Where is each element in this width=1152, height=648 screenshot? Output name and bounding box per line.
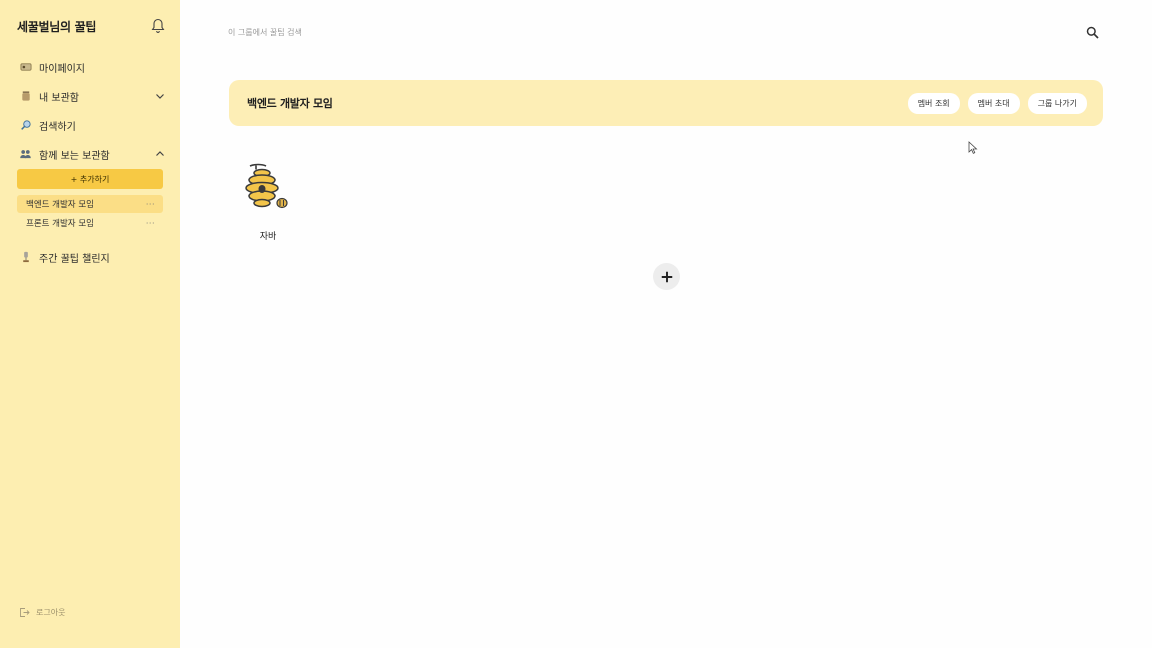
magnifier-icon: [19, 119, 32, 132]
jar-icon: [19, 90, 32, 103]
plus-icon: [661, 271, 672, 282]
chevron-up-icon[interactable]: [155, 149, 165, 159]
sidebar-item-challenge[interactable]: 주간 꿀팁 챌린지: [19, 248, 165, 266]
sidebar-item-label: 마이페이지: [39, 63, 85, 75]
sidebar-item-label: 내 보관함: [39, 92, 79, 104]
group-actions: 멤버 조회 멤버 초대 그룹 나가기: [907, 92, 1087, 114]
sidebar-group-label: 백엔드 개발자 모임: [26, 200, 94, 210]
logout-button[interactable]: 로그아웃: [19, 607, 65, 618]
view-members-button[interactable]: 멤버 조회: [907, 92, 960, 114]
search-input[interactable]: [228, 24, 628, 40]
search-icon[interactable]: [1086, 24, 1099, 39]
logout-icon: [19, 607, 30, 618]
trophy-icon: [19, 251, 32, 264]
sidebar-item-label: 주간 꿀팁 챌린지: [39, 253, 110, 265]
folder-label: 자바: [259, 232, 277, 242]
add-group-button[interactable]: + 추가하기: [17, 169, 163, 189]
sidebar-item-my-storage[interactable]: 내 보관함: [19, 87, 165, 105]
group-title: 백엔드 개발자 모임: [247, 97, 333, 110]
main-content: 백엔드 개발자 모임 멤버 조회 멤버 초대 그룹 나가기 자바: [180, 0, 1152, 648]
mouse-cursor-icon: [968, 141, 978, 154]
sidebar: 세꿀벌님의 꿀팁 마이페이지 내 보관함 검색하기 함께 보는 보관함 + 추가…: [0, 0, 180, 648]
id-card-icon: [19, 61, 32, 74]
sidebar-group-label: 프론트 개발자 모임: [26, 219, 94, 229]
sidebar-group-frontend[interactable]: 프론트 개발자 모임 ···: [17, 214, 163, 232]
sidebar-title: 세꿀벌님의 꿀팁: [17, 19, 97, 34]
sidebar-item-label: 함께 보는 보관함: [39, 150, 110, 162]
sidebar-item-search[interactable]: 검색하기: [19, 116, 165, 134]
more-options-icon[interactable]: ···: [146, 219, 155, 228]
sidebar-item-label: 검색하기: [39, 121, 76, 133]
leave-group-button[interactable]: 그룹 나가기: [1027, 92, 1087, 114]
people-icon: [19, 148, 32, 161]
app-root: 세꿀벌님의 꿀팁 마이페이지 내 보관함 검색하기 함께 보는 보관함 + 추가…: [0, 0, 1152, 648]
logout-label: 로그아웃: [36, 608, 66, 617]
chevron-down-icon[interactable]: [155, 91, 165, 101]
add-folder-button[interactable]: [653, 263, 680, 290]
sidebar-item-mypage[interactable]: 마이페이지: [19, 58, 165, 76]
beehive-icon: [245, 163, 288, 209]
sidebar-item-shared-storage[interactable]: 함께 보는 보관함: [19, 145, 165, 163]
invite-members-button[interactable]: 멤버 초대: [967, 92, 1020, 114]
folder-item[interactable]: 자바: [243, 161, 293, 243]
sidebar-group-backend[interactable]: 백엔드 개발자 모임 ···: [17, 195, 163, 213]
bell-icon[interactable]: [151, 18, 165, 34]
sidebar-header: 세꿀벌님의 꿀팁: [17, 16, 165, 36]
group-header-bar: 백엔드 개발자 모임 멤버 조회 멤버 초대 그룹 나가기: [229, 80, 1103, 126]
more-options-icon[interactable]: ···: [146, 200, 155, 209]
